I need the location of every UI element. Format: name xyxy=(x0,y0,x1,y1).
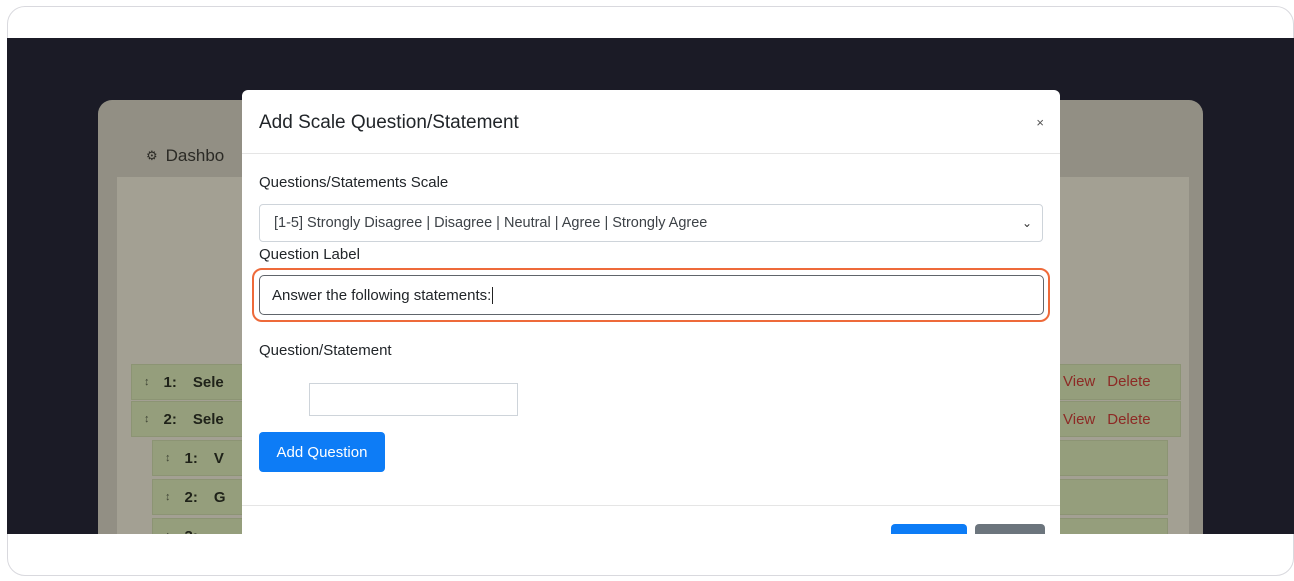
scale-label: Questions/Statements Scale xyxy=(259,174,449,191)
breadcrumb: ⚙ Dashbo xyxy=(146,146,224,166)
page-overlay: ⚙ Dashbo ↕ 1: Sele ↕ 2: Sele ↕ 1: V ↕ 2:… xyxy=(7,38,1294,534)
row-actions: View Delete xyxy=(1063,411,1151,428)
drag-handle-icon[interactable]: ↕ xyxy=(165,491,171,503)
statement-input[interactable] xyxy=(309,383,518,416)
add-scale-question-modal: Add Scale Question/Statement × Questions… xyxy=(242,90,1060,534)
modal-title: Add Scale Question/Statement xyxy=(259,112,519,133)
modal-footer-divider xyxy=(242,505,1060,506)
row-actions: View Delete xyxy=(1063,373,1151,390)
statement-label: Question/Statement xyxy=(259,342,392,359)
tachometer-icon: ⚙ xyxy=(146,148,158,163)
view-link[interactable]: View xyxy=(1063,373,1095,390)
delete-link[interactable]: Delete xyxy=(1107,411,1150,428)
drag-handle-icon[interactable]: ↕ xyxy=(165,530,171,534)
drag-handle-icon[interactable]: ↕ xyxy=(144,376,150,388)
drag-handle-icon[interactable]: ↕ xyxy=(165,452,171,464)
question-label-label: Question Label xyxy=(259,246,360,263)
scale-select-value: [1-5] Strongly Disagree | Disagree | Neu… xyxy=(274,215,708,231)
add-question-button[interactable]: Add Question xyxy=(259,432,385,472)
text-cursor xyxy=(492,286,494,304)
dashboard-label: Dashbo xyxy=(165,146,225,165)
question-label-value: Answer the following statements: xyxy=(272,286,492,304)
view-link[interactable]: View xyxy=(1063,411,1095,428)
drag-handle-icon[interactable]: ↕ xyxy=(144,413,150,425)
question-label-input[interactable]: Answer the following statements: xyxy=(259,275,1044,315)
cancel-button[interactable] xyxy=(975,524,1045,534)
save-button[interactable] xyxy=(891,524,967,534)
modal-header: Add Scale Question/Statement × xyxy=(242,90,1060,154)
scale-select[interactable]: [1-5] Strongly Disagree | Disagree | Neu… xyxy=(259,204,1043,242)
close-icon[interactable]: × xyxy=(1036,116,1044,129)
chevron-down-icon: ⌄ xyxy=(1021,216,1032,230)
delete-link[interactable]: Delete xyxy=(1107,373,1150,390)
